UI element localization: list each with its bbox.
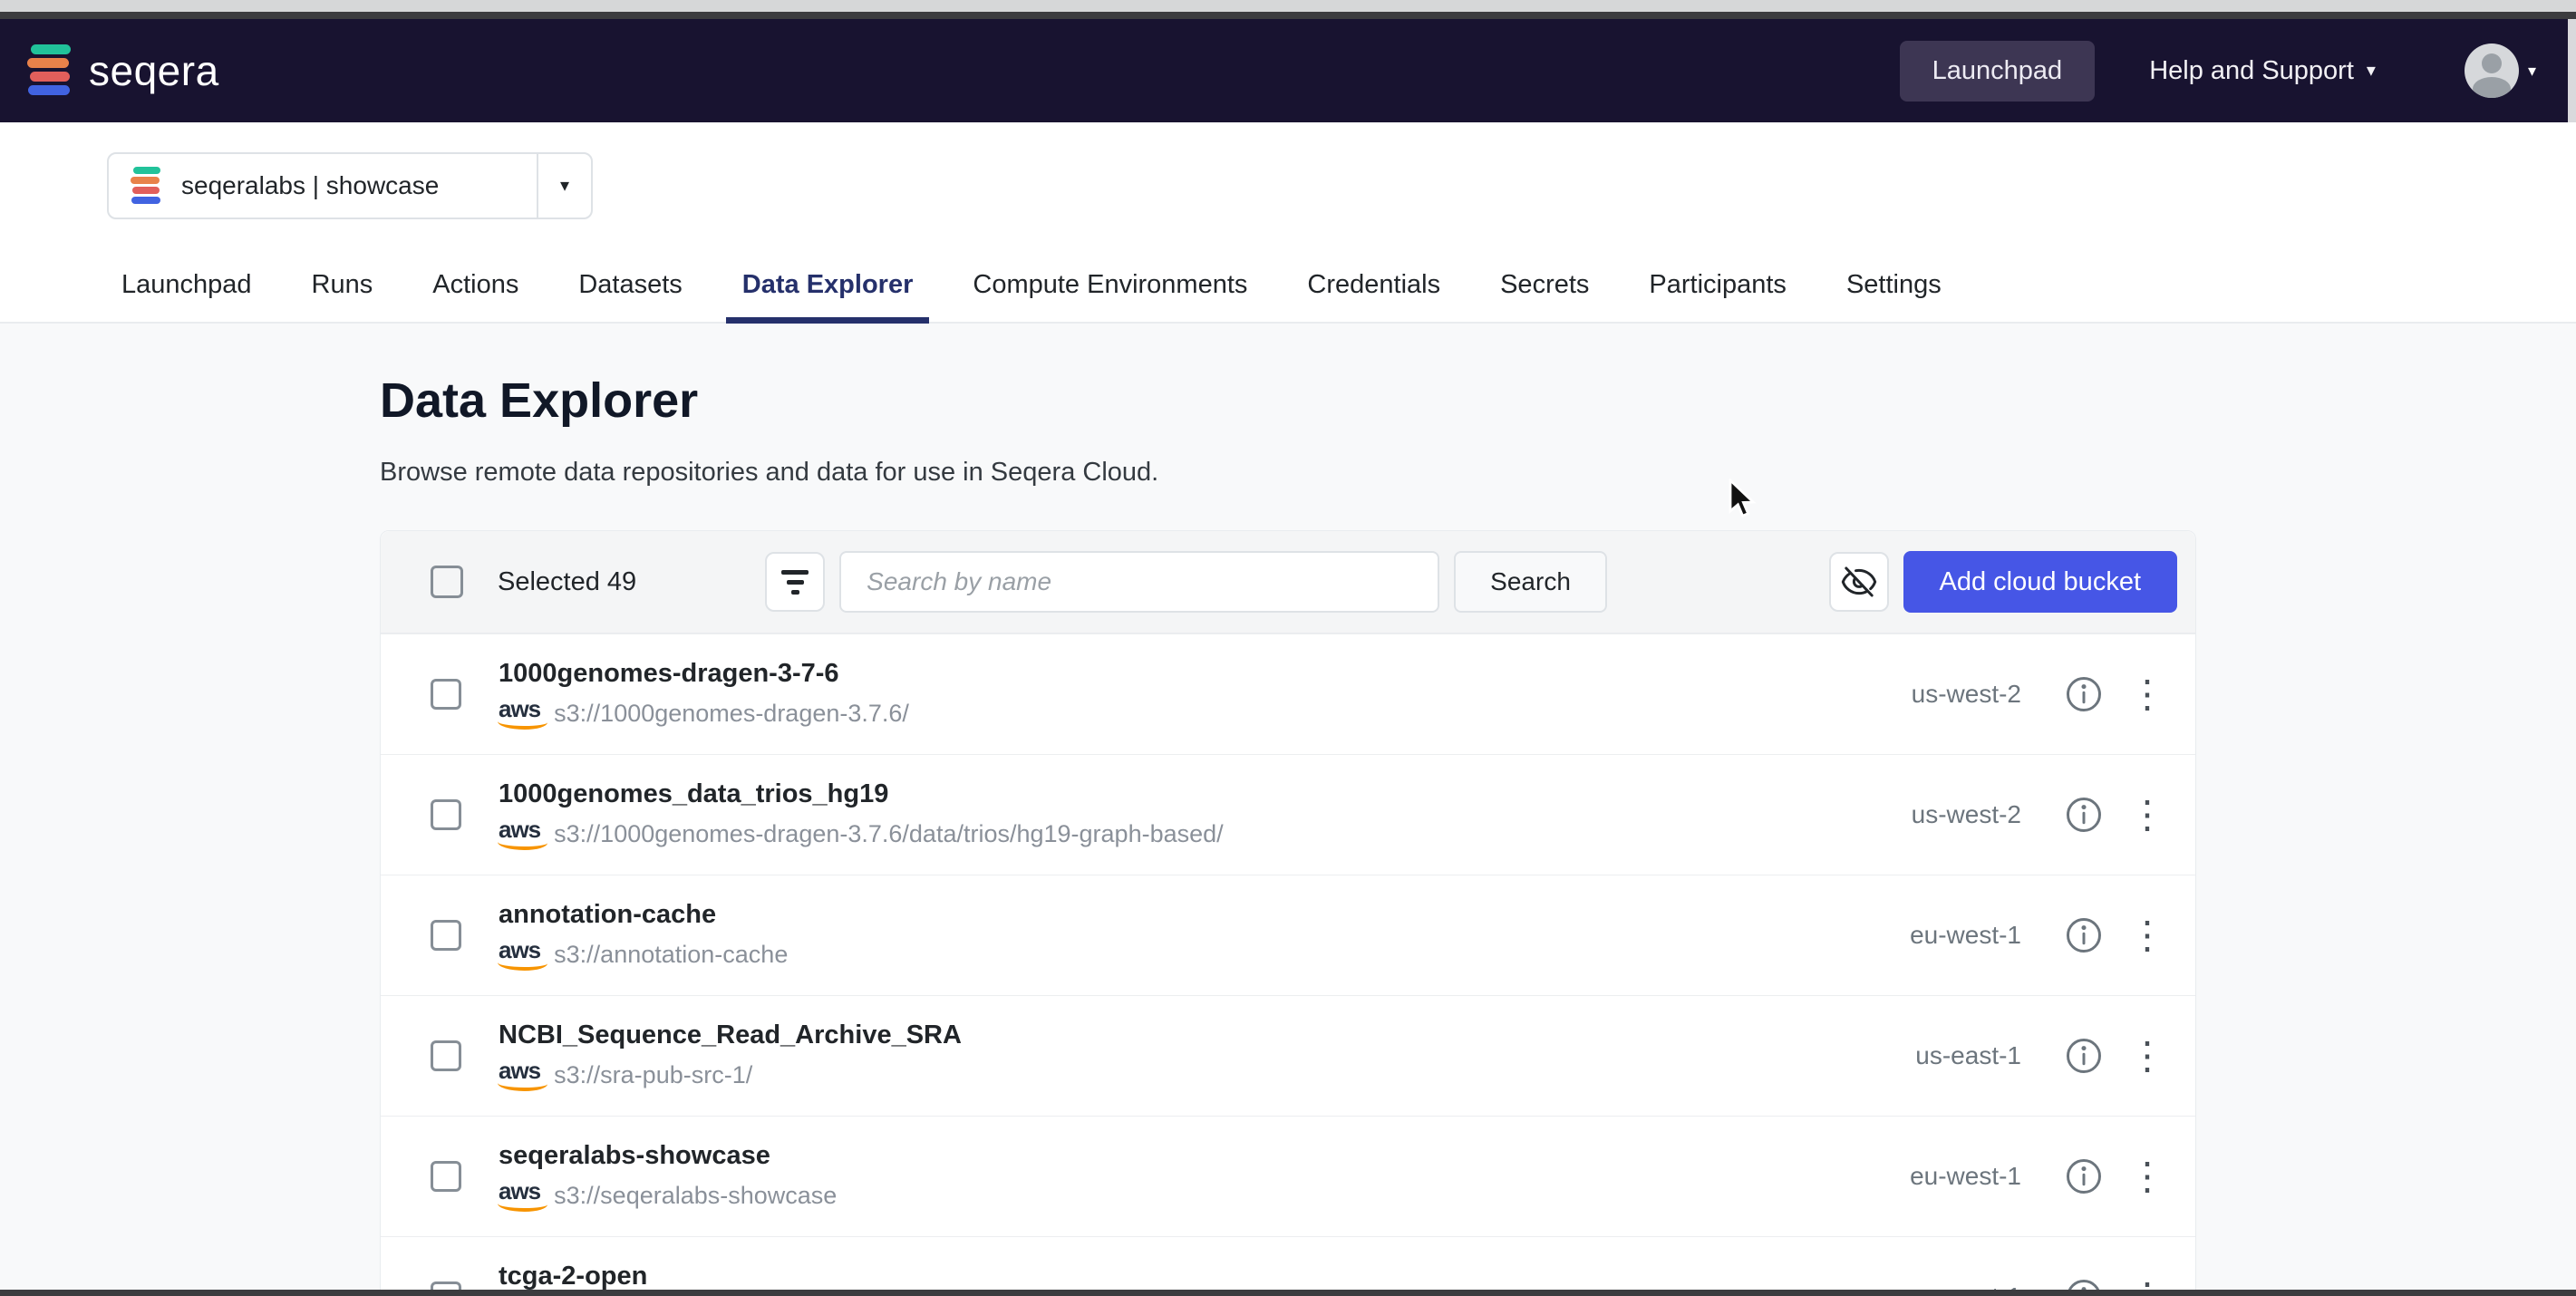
bucket-uri: s3://sra-pub-src-1/ bbox=[554, 1061, 752, 1089]
kebab-icon: ⋮ bbox=[2128, 914, 2166, 956]
bucket-row[interactable]: 1000genomes_data_trios_hg19 aws s3://1000… bbox=[381, 754, 2195, 875]
filter-button[interactable] bbox=[765, 552, 825, 612]
bucket-name[interactable]: annotation-cache bbox=[499, 900, 1795, 930]
tab-launchpad[interactable]: Launchpad bbox=[105, 270, 268, 324]
kebab-icon: ⋮ bbox=[2128, 793, 2166, 836]
bucket-row[interactable]: tcga-2-open aws us-east-1 ⋮ bbox=[381, 1236, 2195, 1296]
top-navbar: seqera Launchpad Help and Support ▾ ▾ bbox=[0, 19, 2576, 122]
chevron-down-icon: ▾ bbox=[560, 177, 569, 195]
info-icon bbox=[2065, 1157, 2103, 1195]
eye-off-icon bbox=[1841, 564, 1877, 600]
tab-credentials[interactable]: Credentials bbox=[1291, 270, 1457, 324]
mouse-cursor bbox=[1725, 479, 1765, 522]
info-icon bbox=[2065, 796, 2103, 834]
selected-count-label: Selected 49 bbox=[498, 567, 636, 597]
bucket-region: eu-west-1 bbox=[1795, 921, 2021, 950]
page-title: Data Explorer bbox=[380, 372, 698, 429]
kebab-icon: ⋮ bbox=[2128, 672, 2166, 715]
bucket-uri: s3://seqeralabs-showcase bbox=[554, 1182, 837, 1210]
workspace-tabs: Launchpad Runs Actions Datasets Data Exp… bbox=[105, 270, 1958, 324]
bucket-name[interactable]: seqeralabs-showcase bbox=[499, 1141, 1795, 1171]
browser-title-strip bbox=[0, 12, 2576, 19]
info-button[interactable] bbox=[2063, 1035, 2105, 1077]
info-icon bbox=[2065, 1037, 2103, 1075]
select-all-checkbox[interactable] bbox=[431, 566, 463, 598]
row-menu-button[interactable]: ⋮ bbox=[2128, 1154, 2164, 1199]
kebab-icon: ⋮ bbox=[2128, 1034, 2166, 1077]
seqera-logo-icon bbox=[27, 44, 71, 97]
tab-participants[interactable]: Participants bbox=[1632, 270, 1803, 324]
row-checkbox[interactable] bbox=[431, 679, 461, 710]
info-button[interactable] bbox=[2063, 794, 2105, 836]
bucket-row[interactable]: 1000genomes-dragen-3-7-6 aws s3://1000gen… bbox=[381, 633, 2195, 754]
workspace-selector-value: seqeralabs | showcase bbox=[181, 171, 439, 200]
user-menu[interactable]: ▾ bbox=[2465, 44, 2536, 98]
row-menu-button[interactable]: ⋮ bbox=[2128, 672, 2164, 717]
bucket-region: us-west-2 bbox=[1795, 680, 2021, 709]
row-menu-button[interactable]: ⋮ bbox=[2128, 792, 2164, 837]
bucket-name[interactable]: 1000genomes-dragen-3-7-6 bbox=[499, 659, 1795, 689]
help-and-support-menu[interactable]: Help and Support ▾ bbox=[2149, 56, 2376, 86]
chevron-down-icon: ▾ bbox=[2528, 62, 2536, 81]
bucket-region: us-west-2 bbox=[1795, 800, 2021, 829]
bucket-uri: s3://1000genomes-dragen-3.7.6/data/trios… bbox=[554, 820, 1224, 848]
bucket-name[interactable]: 1000genomes_data_trios_hg19 bbox=[499, 779, 1795, 809]
tab-runs[interactable]: Runs bbox=[295, 270, 390, 324]
tab-secrets[interactable]: Secrets bbox=[1484, 270, 1605, 324]
page-subtitle: Browse remote data repositories and data… bbox=[380, 458, 1158, 488]
aws-provider-icon: aws bbox=[499, 817, 540, 850]
tab-data-explorer[interactable]: Data Explorer bbox=[726, 270, 930, 324]
workspace-dropdown-button[interactable]: ▾ bbox=[538, 154, 591, 218]
bucket-region: us-east-1 bbox=[1795, 1041, 2021, 1070]
info-icon bbox=[2065, 675, 2103, 713]
bucket-row[interactable]: NCBI_Sequence_Read_Archive_SRA aws s3://s… bbox=[381, 995, 2195, 1116]
tab-settings[interactable]: Settings bbox=[1830, 270, 1958, 324]
bucket-uri: s3://annotation-cache bbox=[554, 941, 788, 969]
scrollbar-track[interactable] bbox=[2568, 19, 2576, 122]
row-checkbox[interactable] bbox=[431, 799, 461, 830]
chevron-down-icon: ▾ bbox=[2367, 62, 2376, 80]
main-content: Data Explorer Browse remote data reposit… bbox=[0, 324, 2576, 1296]
workspace-logo-icon bbox=[131, 167, 161, 205]
filter-lines-icon bbox=[781, 570, 809, 595]
buckets-panel: Selected 49 Search Add cloud bucket bbox=[380, 530, 2196, 1296]
aws-provider-icon: aws bbox=[499, 697, 540, 730]
kebab-icon: ⋮ bbox=[2128, 1155, 2166, 1197]
info-button[interactable] bbox=[2063, 1156, 2105, 1197]
aws-provider-icon: aws bbox=[499, 1179, 540, 1212]
brand-name: seqera bbox=[89, 46, 219, 95]
search-button[interactable]: Search bbox=[1454, 551, 1607, 613]
tab-compute-environments[interactable]: Compute Environments bbox=[956, 270, 1264, 324]
launchpad-button[interactable]: Launchpad bbox=[1900, 41, 2096, 102]
info-button[interactable] bbox=[2063, 914, 2105, 956]
bucket-region: eu-west-1 bbox=[1795, 1162, 2021, 1191]
bucket-uri: s3://1000genomes-dragen-3.7.6/ bbox=[554, 700, 909, 728]
tab-datasets[interactable]: Datasets bbox=[562, 270, 698, 324]
bucket-row[interactable]: annotation-cache aws s3://annotation-cach… bbox=[381, 875, 2195, 995]
browser-bottom-edge bbox=[0, 1290, 2576, 1296]
workspace-header-section: seqeralabs | showcase ▾ Launchpad Runs A… bbox=[0, 122, 2576, 324]
bucket-row[interactable]: seqeralabs-showcase aws s3://seqeralabs-s… bbox=[381, 1116, 2195, 1236]
buckets-toolbar: Selected 49 Search Add cloud bucket bbox=[381, 531, 2195, 633]
info-button[interactable] bbox=[2063, 673, 2105, 715]
seqera-logo[interactable]: seqera bbox=[27, 44, 219, 97]
avatar[interactable] bbox=[2465, 44, 2519, 98]
row-menu-button[interactable]: ⋮ bbox=[2128, 1033, 2164, 1078]
row-checkbox[interactable] bbox=[431, 920, 461, 951]
help-and-support-label: Help and Support bbox=[2149, 56, 2354, 86]
aws-provider-icon: aws bbox=[499, 1059, 540, 1091]
row-checkbox[interactable] bbox=[431, 1161, 461, 1192]
aws-provider-icon: aws bbox=[499, 938, 540, 971]
tab-actions[interactable]: Actions bbox=[416, 270, 535, 324]
toggle-hidden-button[interactable] bbox=[1829, 552, 1889, 612]
add-cloud-bucket-button[interactable]: Add cloud bucket bbox=[1903, 551, 2177, 613]
row-checkbox[interactable] bbox=[431, 1040, 461, 1071]
row-menu-button[interactable]: ⋮ bbox=[2128, 913, 2164, 958]
info-icon bbox=[2065, 916, 2103, 954]
search-input[interactable] bbox=[839, 551, 1439, 613]
browser-top-edge bbox=[0, 0, 2576, 12]
bucket-name[interactable]: NCBI_Sequence_Read_Archive_SRA bbox=[499, 1020, 1795, 1050]
bucket-name[interactable]: tcga-2-open bbox=[499, 1262, 1795, 1291]
workspace-selector[interactable]: seqeralabs | showcase ▾ bbox=[107, 152, 593, 219]
